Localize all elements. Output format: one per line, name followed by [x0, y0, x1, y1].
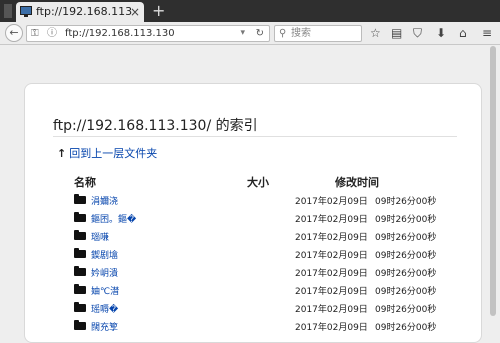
folder-icon: [74, 320, 86, 330]
search-icon: ⚲: [279, 28, 287, 39]
modified-time: 09时26分00秒: [375, 251, 437, 261]
column-header-modified[interactable]: 修改时间: [335, 174, 379, 190]
table-row[interactable]: 妯℃澘 2017年02月09日 09时26分00秒: [25, 282, 481, 299]
modified-time: 09时26分00秒: [375, 323, 437, 333]
new-tab-button[interactable]: +: [152, 1, 165, 21]
modified-date: 2017年02月09日: [295, 323, 368, 333]
modified-date: 2017年02月09日: [295, 287, 368, 297]
folder-name-link[interactable]: 瑶嗕�: [91, 302, 118, 315]
bookmark-star-icon[interactable]: ☆: [370, 25, 381, 41]
parent-folder-link[interactable]: ↑ 回到上一层文件夹: [57, 145, 157, 161]
modified-date: 2017年02月09日: [295, 269, 368, 279]
menu-icon[interactable]: ≡: [482, 25, 492, 41]
folder-name-link[interactable]: 涓嬭浇: [91, 194, 118, 207]
table-row[interactable]: 妗岄潰 2017年02月09日 09时26分00秒: [25, 264, 481, 281]
table-row[interactable]: 瑶嗕� 2017年02月09日 09时26分00秒: [25, 300, 481, 317]
download-icon[interactable]: ⬇: [436, 25, 446, 41]
modified-time: 09时26分00秒: [375, 215, 437, 225]
modified-date: 2017年02月09日: [295, 251, 368, 261]
folder-name-link[interactable]: 鍥剧墖: [91, 248, 118, 261]
home-icon[interactable]: ⌂: [459, 25, 467, 41]
modified-time: 09时26分00秒: [375, 233, 437, 243]
modified-date: 2017年02月09日: [295, 197, 368, 207]
tab-ftp[interactable]: ftp://192.168.113.13... ×: [16, 2, 144, 22]
folder-name-link[interactable]: 妗岄潰: [91, 266, 118, 279]
tab-title: ftp://192.168.113.13...: [36, 5, 132, 18]
folder-icon: [74, 212, 86, 222]
modified-time: 09时26分00秒: [375, 305, 437, 315]
window-edge: [4, 4, 12, 18]
folder-name-link[interactable]: 妯℃澘: [91, 284, 119, 297]
table-row[interactable]: 鍥剧墖 2017年02月09日 09时26分00秒: [25, 246, 481, 263]
folder-icon: [74, 194, 86, 204]
table-row[interactable]: 瑙嗛 2017年02月09日 09时26分00秒: [25, 228, 481, 245]
modified-time: 09时26分00秒: [375, 269, 437, 279]
close-icon[interactable]: ×: [130, 2, 140, 22]
table-row[interactable]: 涓嬭浇 2017年02月09日 09时26分00秒: [25, 192, 481, 209]
folder-name-link[interactable]: 瑙嗛: [91, 230, 109, 243]
nav-bar: ← ⚿ ⓘ ftp://192.168.113.130 ▾ ↻ ⚲ 搜索 ☆ ▤…: [0, 22, 500, 45]
folder-icon: [74, 284, 86, 294]
info-icon[interactable]: ⓘ: [47, 26, 57, 41]
page-title: ftp://192.168.113.130/ 的索引: [53, 118, 258, 134]
url-bar[interactable]: ⚿ ⓘ ftp://192.168.113.130 ▾ ↻: [26, 25, 270, 42]
monitor-icon: [20, 6, 32, 17]
tab-strip: ftp://192.168.113.13... × +: [0, 0, 500, 22]
folder-name-link[interactable]: 闊充箰: [91, 320, 118, 333]
url-text[interactable]: ftp://192.168.113.130: [65, 26, 175, 41]
folder-icon: [74, 230, 86, 240]
page-area: ftp://192.168.113.130/ 的索引 ↑ 回到上一层文件夹 名称 …: [0, 45, 500, 343]
key-icon: ⚿: [31, 28, 39, 39]
modified-time: 09时26分00秒: [375, 287, 437, 297]
modified-date: 2017年02月09日: [295, 215, 368, 225]
directory-listing: ftp://192.168.113.130/ 的索引 ↑ 回到上一层文件夹 名称 …: [24, 83, 482, 343]
search-placeholder: 搜索: [291, 28, 311, 39]
folder-icon: [74, 266, 86, 276]
folder-icon: [74, 248, 86, 258]
scrollbar[interactable]: [489, 46, 497, 324]
modified-date: 2017年02月09日: [295, 233, 368, 243]
back-button[interactable]: ←: [5, 24, 23, 42]
table-row[interactable]: 鏂囨。鏂� 2017年02月09日 09时26分00秒: [25, 210, 481, 227]
divider: [53, 136, 457, 137]
column-header-name[interactable]: 名称: [74, 174, 96, 190]
column-header-size[interactable]: 大小: [247, 174, 269, 190]
reading-list-icon[interactable]: ▤: [391, 25, 402, 41]
modified-time: 09时26分00秒: [375, 197, 437, 207]
folder-icon: [74, 302, 86, 312]
search-input[interactable]: ⚲ 搜索: [274, 25, 362, 42]
table-row[interactable]: 闊充箰 2017年02月09日 09时26分00秒: [25, 318, 481, 335]
modified-date: 2017年02月09日: [295, 305, 368, 315]
arrow-up-icon: ↑: [57, 147, 67, 160]
parent-folder-label[interactable]: 回到上一层文件夹: [69, 147, 157, 160]
folder-name-link[interactable]: 鏂囨。鏂�: [91, 212, 136, 225]
reload-icon[interactable]: ↻: [256, 26, 264, 41]
chevron-down-icon[interactable]: ▾: [240, 26, 245, 41]
pocket-icon[interactable]: ⛉: [413, 25, 422, 41]
scrollbar-thumb[interactable]: [490, 46, 496, 316]
